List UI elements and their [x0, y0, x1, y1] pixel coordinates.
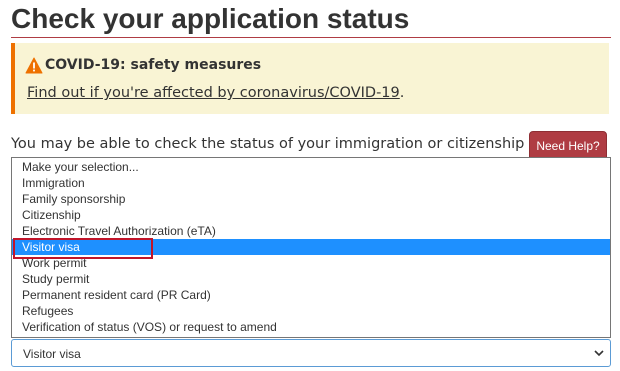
- alert-heading: COVID-19: safety measures: [45, 57, 262, 73]
- option-immigration[interactable]: Immigration: [12, 175, 610, 191]
- title-divider: [11, 37, 611, 38]
- option-make-selection[interactable]: Make your selection...: [12, 159, 610, 175]
- option-visitor-visa[interactable]: Visitor visa: [12, 239, 610, 255]
- covid-info-link[interactable]: Find out if you're affected by coronavir…: [27, 85, 400, 101]
- option-citizenship[interactable]: Citizenship: [12, 207, 610, 223]
- option-study-permit[interactable]: Study permit: [12, 271, 610, 287]
- option-refugees[interactable]: Refugees: [12, 303, 610, 319]
- alert-link-line: Find out if you're affected by coronavir…: [27, 83, 404, 103]
- option-family-sponsorship[interactable]: Family sponsorship: [12, 191, 610, 207]
- option-pr-card[interactable]: Permanent resident card (PR Card): [12, 287, 610, 303]
- option-vos[interactable]: Verification of status (VOS) or request …: [12, 319, 610, 335]
- chevron-down-icon: [594, 350, 604, 357]
- option-work-permit[interactable]: Work permit: [12, 255, 610, 271]
- alert-link-suffix: .: [399, 85, 405, 101]
- application-type-select[interactable]: Visitor visa: [11, 339, 611, 367]
- warning-triangle-icon: [25, 57, 43, 74]
- covid-alert: COVID-19: safety measures Find out if yo…: [11, 43, 609, 114]
- status-intro-text: You may be able to check the status of y…: [11, 136, 525, 152]
- page-title: Check your application status: [11, 3, 410, 34]
- application-type-options[interactable]: Make your selection... Immigration Famil…: [11, 157, 611, 338]
- option-eta[interactable]: Electronic Travel Authorization (eTA): [12, 223, 610, 239]
- select-current-value: Visitor visa: [23, 347, 81, 361]
